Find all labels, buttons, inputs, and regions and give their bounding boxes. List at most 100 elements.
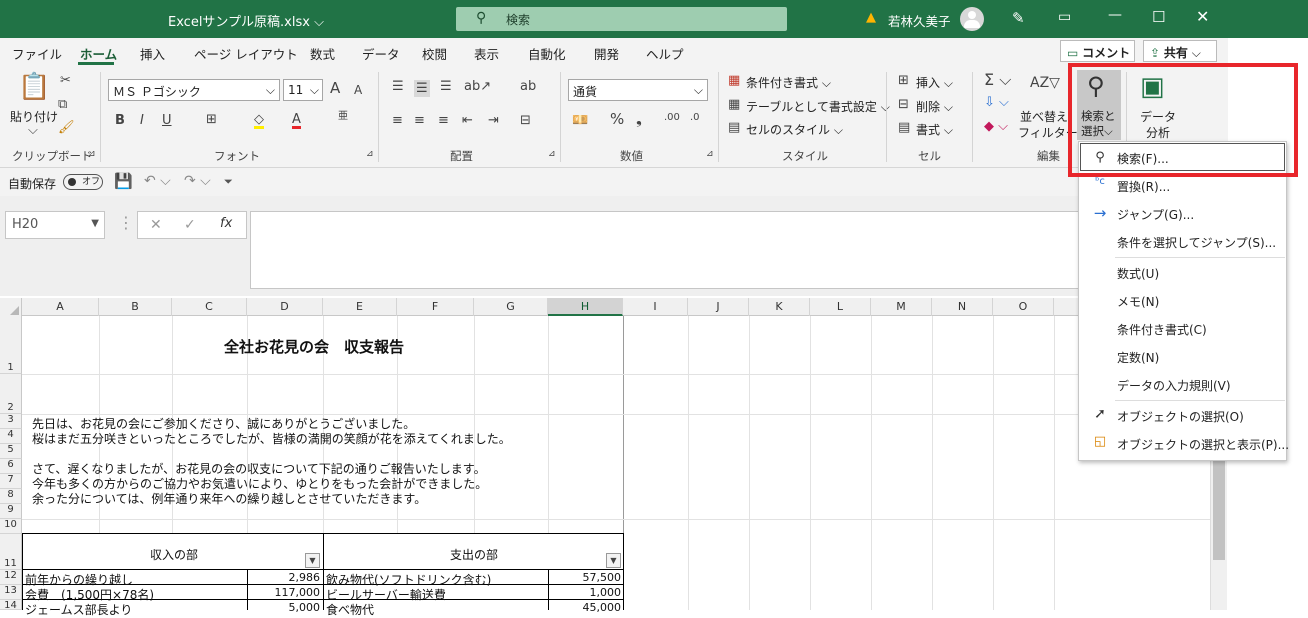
font-size-combo[interactable]: 11 ⌵ [283, 79, 323, 101]
align-top-icon[interactable]: ☰ [392, 80, 404, 93]
column-header[interactable]: N [932, 298, 993, 316]
column-header[interactable]: I [623, 298, 688, 316]
column-header[interactable]: M [871, 298, 932, 316]
conditional-format-button[interactable]: 条件付き書式 ⌵ [746, 74, 831, 91]
row-header[interactable]: 10 [0, 519, 22, 534]
row-header[interactable]: 1 [0, 316, 22, 374]
format-as-table-icon[interactable]: ▦ [728, 98, 740, 111]
column-header[interactable]: H [548, 298, 623, 316]
income-amount[interactable]: 5,000 [200, 601, 321, 614]
income-header[interactable]: 収入の部 [150, 546, 198, 563]
row-header[interactable]: 13 [0, 585, 22, 600]
menu-item-replace[interactable]: 置換(R)... [1117, 178, 1170, 195]
tab-file[interactable]: ファイル [12, 44, 62, 63]
insert-cells-button[interactable]: 挿入 ⌵ [916, 74, 953, 91]
delete-cells-button[interactable]: 削除 ⌵ [916, 98, 953, 115]
tab-formulas[interactable]: 数式 [310, 44, 335, 63]
enter-icon[interactable]: ✓ [184, 217, 196, 233]
column-header[interactable]: D [247, 298, 323, 316]
accounting-format-icon[interactable]: 💴 [572, 114, 588, 127]
column-header[interactable]: K [749, 298, 810, 316]
copy-icon[interactable]: ⧉ [58, 98, 67, 111]
expense-amount[interactable]: 57,500 [500, 571, 622, 584]
row-header[interactable]: 6 [0, 459, 22, 474]
expense-amount[interactable]: 45,000 [500, 601, 622, 614]
bold-icon[interactable]: B [115, 114, 125, 127]
row-header[interactable]: 14 [0, 600, 22, 611]
menu-item-formulas[interactable]: 数式(U) [1117, 265, 1159, 282]
row-header[interactable]: 5 [0, 444, 22, 459]
select-all-corner[interactable] [0, 298, 22, 316]
row-header[interactable]: 4 [0, 429, 22, 444]
body-line[interactable]: 余った分については、例年通り来年への繰り越しとさせていただきます。 [32, 490, 426, 507]
phonetic-icon[interactable]: 亜 [338, 112, 348, 122]
body-line[interactable]: 桜はまだ五分咲きといったところでしたが、皆様の満開の笑顔が花を添えてくれました。 [32, 430, 511, 447]
sort-filter-label-1[interactable]: 並べ替え [1020, 108, 1068, 125]
autosave-toggle[interactable]: オフ [63, 174, 103, 190]
expense-amount[interactable]: 1,000 [500, 586, 622, 599]
format-cells-icon[interactable]: ▤ [898, 121, 910, 134]
menu-item-notes[interactable]: メモ(N) [1117, 293, 1159, 310]
file-name[interactable]: Excelサンプル原稿.xlsx ⌵ [168, 11, 324, 30]
avatar[interactable] [960, 7, 984, 31]
underline-icon[interactable]: U [162, 114, 172, 127]
tab-view[interactable]: 表示 [474, 44, 499, 63]
menu-item-constants[interactable]: 定数(N) [1117, 349, 1159, 366]
comma-style-icon[interactable]: ❟ [636, 112, 642, 127]
insert-function-icon[interactable]: fx [220, 216, 232, 231]
minimize-icon[interactable]: — [1108, 7, 1122, 23]
delete-cells-icon[interactable]: ⊟ [898, 98, 909, 111]
cancel-icon[interactable]: ✕ [150, 217, 162, 233]
column-header[interactable]: J [688, 298, 749, 316]
menu-item-conditional-format[interactable]: 条件付き書式(C) [1117, 321, 1207, 338]
row-header[interactable]: 3 [0, 414, 22, 429]
menu-item-select-objects[interactable]: オブジェクトの選択(O) [1117, 408, 1244, 425]
dialog-launcher-icon[interactable]: ⊿ [706, 150, 714, 159]
border-icon[interactable]: ⊞ [206, 113, 217, 126]
number-format-combo[interactable]: 通貨 ⌵ [568, 79, 708, 101]
format-as-table-button[interactable]: テーブルとして書式設定 ⌵ [746, 98, 890, 115]
pen-icon[interactable]: ✎ [1012, 9, 1025, 27]
decrease-indent-icon[interactable]: ⇤ [462, 114, 473, 127]
close-icon[interactable]: ✕ [1196, 7, 1209, 26]
orientation-icon[interactable]: ab↗ [464, 80, 491, 93]
warning-icon[interactable]: ▲ [866, 10, 876, 25]
format-cells-button[interactable]: 書式 ⌵ [916, 121, 953, 138]
align-center-icon[interactable]: ≡ [414, 114, 425, 127]
font-color-icon[interactable]: A [292, 113, 301, 129]
row-header[interactable]: 2 [0, 374, 22, 414]
conditional-format-icon[interactable]: ▦ [728, 74, 740, 87]
ribbon-display-icon[interactable]: ▭ [1058, 9, 1071, 25]
filter-dropdown-icon[interactable]: ▼ [305, 553, 320, 568]
font-name-combo[interactable]: ＭＳ Ｐゴシック ⌵ [108, 79, 280, 101]
dialog-launcher-icon[interactable]: ⊿ [88, 150, 96, 159]
decrease-decimal-icon[interactable]: .0 [690, 113, 700, 123]
menu-item-goto-special[interactable]: 条件を選択してジャンプ(S)... [1117, 234, 1276, 251]
row-header[interactable]: 12 [0, 570, 22, 585]
column-header[interactable]: A [22, 298, 99, 316]
dialog-launcher-icon[interactable]: ⊿ [548, 150, 556, 159]
tab-review[interactable]: 校閲 [422, 44, 447, 63]
row-header[interactable]: 7 [0, 474, 22, 489]
tab-developer[interactable]: 開発 [594, 44, 619, 63]
user-name[interactable]: 若林久美子 [888, 11, 951, 30]
column-header[interactable]: B [99, 298, 172, 316]
menu-item-data-validation[interactable]: データの入力規則(V) [1117, 377, 1231, 394]
share-button[interactable]: ⇪ 共有 ⌵ [1143, 40, 1217, 62]
column-header[interactable]: L [810, 298, 871, 316]
tab-home[interactable]: ホーム [80, 44, 117, 63]
align-left-icon[interactable]: ≡ [392, 114, 403, 127]
dialog-launcher-icon[interactable]: ⊿ [366, 150, 374, 159]
increase-decimal-icon[interactable]: .00 [664, 113, 680, 123]
column-header[interactable]: C [172, 298, 247, 316]
column-header[interactable]: G [474, 298, 548, 316]
name-box[interactable]: H20 ▼ [5, 211, 105, 239]
sort-filter-icon[interactable]: AZ▽ [1030, 76, 1060, 90]
insert-cells-icon[interactable]: ⊞ [898, 74, 909, 87]
undo-icon[interactable]: ↶ ⌵ [144, 174, 171, 188]
filter-dropdown-icon[interactable]: ▼ [606, 553, 621, 568]
format-painter-icon[interactable]: 🖌 [58, 121, 75, 134]
income-amount[interactable]: 2,986 [200, 571, 321, 584]
cell-styles-icon[interactable]: ▤ [728, 121, 740, 134]
fill-icon[interactable]: ⇩ ⌵ [984, 96, 1009, 109]
